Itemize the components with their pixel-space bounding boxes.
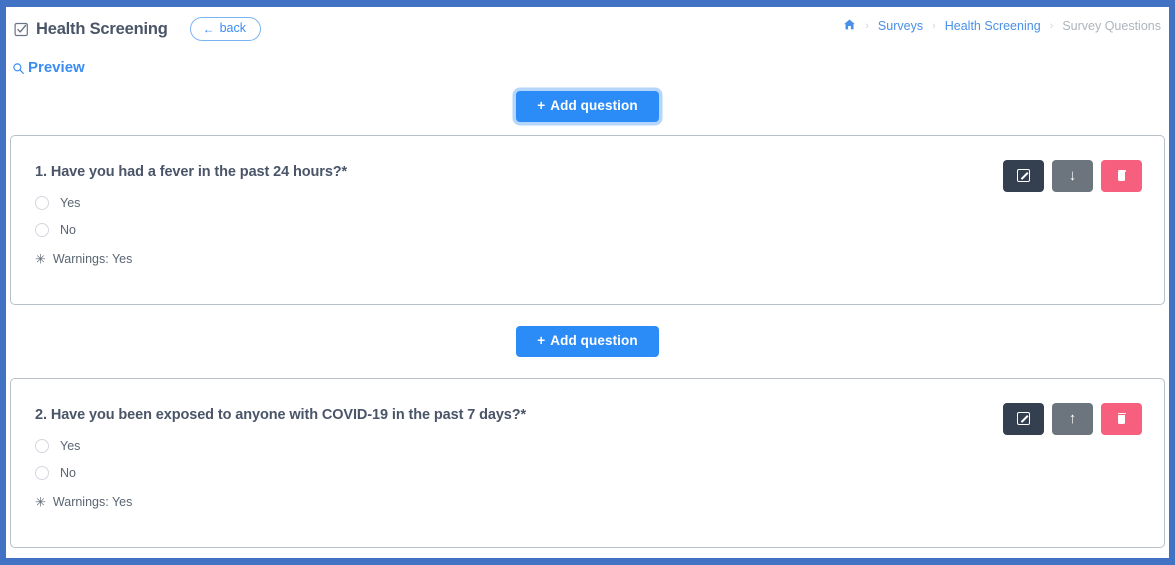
- asterisk-icon: ✳: [35, 251, 46, 267]
- warnings-row: ✳ Warnings: Yes: [35, 252, 1142, 266]
- option-label: No: [60, 465, 76, 480]
- app-window: Health Screening ← back › Surveys › Heal…: [0, 0, 1175, 565]
- breadcrumb-item-surveys[interactable]: Surveys: [878, 19, 923, 33]
- trash-icon: [1117, 169, 1127, 182]
- breadcrumb-separator: ›: [1049, 19, 1054, 32]
- question-card: 1. Have you had a fever in the past 24 h…: [10, 134, 1165, 305]
- breadcrumb: › Surveys › Health Screening › Survey Qu…: [843, 18, 1161, 33]
- trash-icon: [1117, 412, 1127, 425]
- edit-square-icon: [1017, 169, 1030, 183]
- clipboard-check-icon: [14, 22, 29, 37]
- add-question-button[interactable]: + Add question: [516, 91, 659, 122]
- add-question-row-top: + Add question: [6, 91, 1169, 122]
- move-question-up-button[interactable]: ↑: [1052, 402, 1093, 435]
- back-button[interactable]: ← back: [189, 17, 261, 41]
- question-actions: ↑: [1003, 402, 1142, 435]
- radio-button[interactable]: [35, 195, 49, 210]
- edit-question-button[interactable]: [1003, 402, 1044, 435]
- home-icon[interactable]: [843, 18, 856, 33]
- move-question-down-button[interactable]: ↓: [1052, 159, 1093, 192]
- question-option[interactable]: No: [35, 222, 1142, 237]
- edit-question-button[interactable]: [1003, 159, 1044, 192]
- radio-button[interactable]: [35, 222, 49, 237]
- add-question-label: Add question: [550, 98, 638, 113]
- warnings-text: Warnings: Yes: [52, 251, 133, 266]
- radio-button[interactable]: [35, 438, 49, 453]
- preview-label: Preview: [28, 59, 85, 76]
- option-label: Yes: [60, 195, 81, 210]
- warnings-text: Warnings: Yes: [52, 494, 133, 509]
- back-button-label: back: [219, 21, 246, 36]
- title-group: Health Screening: [14, 20, 168, 39]
- breadcrumb-separator: ›: [932, 19, 936, 32]
- plus-icon: +: [537, 98, 546, 113]
- question-option[interactable]: Yes: [35, 195, 1142, 210]
- delete-question-button[interactable]: [1101, 402, 1142, 435]
- left-arrow-icon: ←: [202, 21, 215, 36]
- page-title: Health Screening: [36, 19, 168, 38]
- breadcrumb-item-health-screening[interactable]: Health Screening: [945, 19, 1041, 33]
- asterisk-icon: ✳: [35, 494, 46, 510]
- warnings-row: ✳ Warnings: Yes: [35, 495, 1142, 509]
- question-text: 1. Have you had a fever in the past 24 h…: [35, 163, 348, 180]
- page-body: Health Screening ← back › Surveys › Heal…: [6, 7, 1169, 558]
- question-actions: ↓: [1003, 159, 1142, 192]
- breadcrumb-item-survey-questions: Survey Questions: [1062, 18, 1161, 33]
- breadcrumb-separator: ›: [865, 19, 869, 32]
- arrow-up-icon: ↑: [1068, 410, 1077, 428]
- delete-question-button[interactable]: [1101, 159, 1142, 192]
- question-option[interactable]: Yes: [35, 438, 1142, 453]
- preview-row: Preview: [6, 45, 1169, 79]
- question-card: 2. Have you been exposed to anyone with …: [10, 377, 1165, 548]
- add-question-label: Add question: [550, 332, 638, 348]
- page-header: Health Screening ← back › Surveys › Heal…: [6, 7, 1169, 45]
- edit-square-icon: [1017, 412, 1030, 426]
- magnifier-icon: [12, 62, 25, 75]
- preview-link[interactable]: Preview: [12, 59, 85, 76]
- option-label: No: [60, 222, 76, 237]
- plus-icon: +: [537, 332, 546, 348]
- question-text: 2. Have you been exposed to anyone with …: [35, 406, 527, 423]
- radio-button[interactable]: [35, 465, 49, 480]
- arrow-down-icon: ↓: [1068, 167, 1077, 185]
- question-option[interactable]: No: [35, 465, 1142, 480]
- add-question-button[interactable]: + Add question: [516, 325, 659, 357]
- option-label: Yes: [60, 438, 81, 453]
- add-question-row-middle: + Add question: [6, 325, 1169, 357]
